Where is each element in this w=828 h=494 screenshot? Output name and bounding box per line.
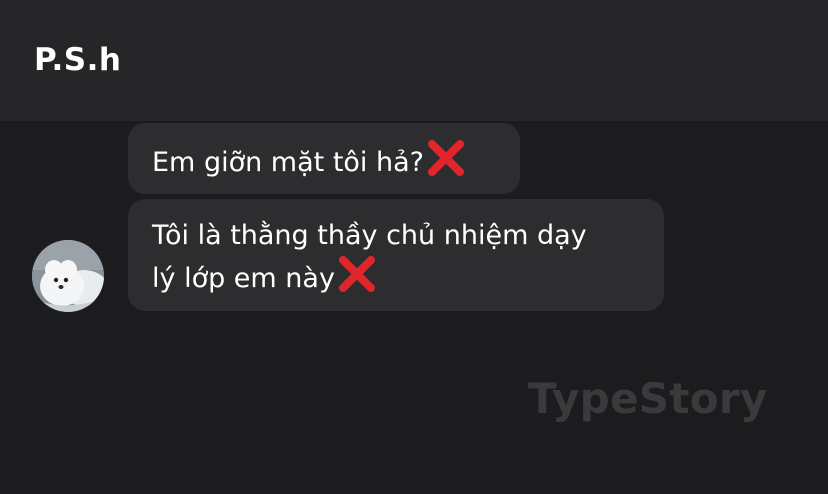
message-bubble[interactable]: Tôi là thằng thầy chủ nhiệm dạy lý lớp e… [128,199,664,311]
chat-header: P.S.h [0,0,828,121]
white-dog-avatar [32,240,104,312]
message-text: lý lớp em này [152,263,335,294]
cross-mark-icon [428,140,464,176]
cross-mark-icon [338,256,375,292]
message-text: Tôi là thằng thầy chủ nhiệm dạy [152,220,587,251]
avatar[interactable] [32,240,104,312]
message-text: Em giỡn mặt tôi hả? [152,147,424,178]
watermark: TypeStory [528,374,768,423]
contact-name[interactable]: P.S.h [34,42,121,78]
message-line: Em giỡn mặt tôi hả? [152,139,520,182]
message-bubble[interactable]: Em giỡn mặt tôi hả? [128,123,520,194]
message-line: lý lớp em này [152,255,664,298]
